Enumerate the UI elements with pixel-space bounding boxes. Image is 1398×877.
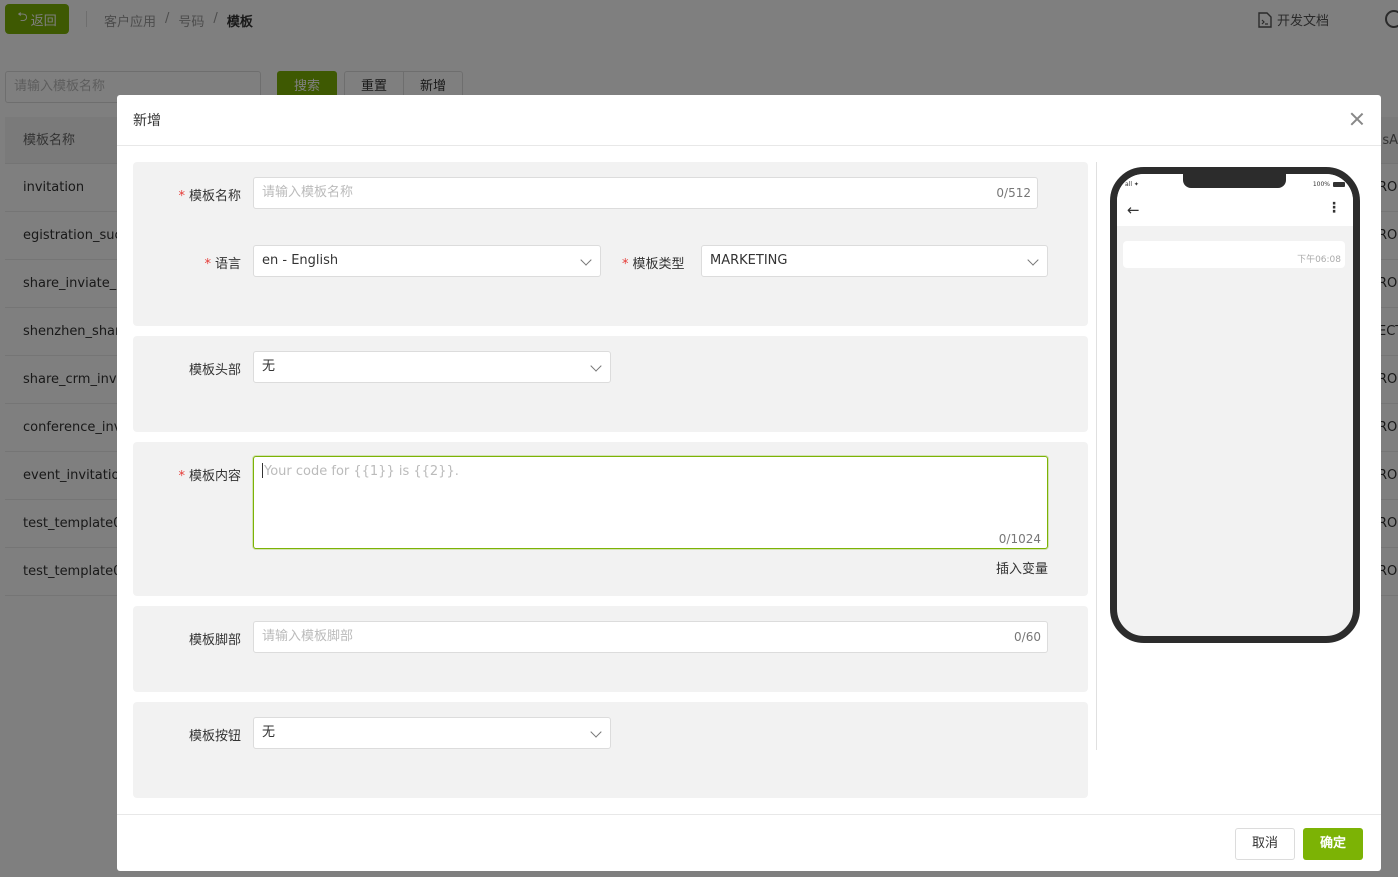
content-section: * 模板内容 Your code for {{1}} is {{2}}. 0/10… bbox=[133, 442, 1088, 596]
phone-preview: all ✦ 100% ← ⋮ 下午06:08 bbox=[1110, 167, 1360, 643]
header-section: 模板头部 无 bbox=[133, 336, 1088, 432]
phone-app-bar: all ✦ 100% ← ⋮ bbox=[1117, 174, 1353, 226]
chevron-down-icon bbox=[590, 726, 602, 738]
add-template-modal: 新增 * 模板名称 请输入模板名称 0/512 * 语言 en - English … bbox=[117, 95, 1381, 871]
chevron-down-icon bbox=[590, 360, 602, 372]
template-content-placeholder: Your code for {{1}} is {{2}}. bbox=[264, 464, 459, 479]
required-mark: * bbox=[622, 257, 629, 272]
template-name-input[interactable]: 请输入模板名称 0/512 bbox=[253, 177, 1038, 209]
template-type-value: MARKETING bbox=[710, 253, 788, 268]
modal-header: 新增 bbox=[117, 95, 1381, 146]
template-type-label: * 模板类型 bbox=[622, 257, 685, 272]
text-caret bbox=[262, 463, 263, 478]
modal-title: 新增 bbox=[133, 113, 161, 129]
template-footer-input[interactable]: 请输入模板脚部 0/60 bbox=[253, 621, 1048, 653]
more-vertical-icon: ⋮ bbox=[1327, 200, 1341, 216]
template-content-label: * 模板内容 bbox=[178, 469, 241, 484]
phone-signal-status: all ✦ bbox=[1125, 181, 1139, 188]
template-header-select[interactable]: 无 bbox=[253, 351, 611, 383]
language-value: en - English bbox=[262, 253, 339, 268]
battery-percent: 100% bbox=[1312, 181, 1330, 188]
confirm-button[interactable]: 确定 bbox=[1303, 828, 1363, 860]
template-header-value: 无 bbox=[262, 359, 276, 374]
phone-battery-status: 100% bbox=[1313, 181, 1345, 188]
template-header-label: 模板头部 bbox=[188, 363, 241, 378]
close-icon[interactable] bbox=[1349, 111, 1365, 127]
arrow-left-icon: ← bbox=[1127, 201, 1140, 219]
modal-footer: 取消 确定 bbox=[117, 814, 1381, 871]
chevron-down-icon bbox=[1027, 254, 1039, 266]
template-name-counter: 0/512 bbox=[996, 186, 1031, 200]
language-label: * 语言 bbox=[204, 257, 241, 272]
template-footer-placeholder: 请输入模板脚部 bbox=[262, 629, 354, 644]
message-bubble: 下午06:08 bbox=[1123, 241, 1345, 268]
message-time: 下午06:08 bbox=[1297, 255, 1341, 265]
required-mark: * bbox=[204, 257, 211, 272]
template-content-textarea[interactable]: Your code for {{1}} is {{2}}. 0/1024 bbox=[253, 456, 1048, 549]
cancel-button[interactable]: 取消 bbox=[1235, 828, 1295, 860]
required-mark: * bbox=[178, 469, 185, 484]
template-footer-label: 模板脚部 bbox=[188, 633, 241, 648]
template-button-value: 无 bbox=[262, 725, 276, 740]
basic-info-section: * 模板名称 请输入模板名称 0/512 * 语言 en - English * 模板… bbox=[133, 162, 1088, 326]
template-button-select[interactable]: 无 bbox=[253, 717, 611, 749]
template-type-select[interactable]: MARKETING bbox=[701, 245, 1048, 277]
template-content-counter: 0/1024 bbox=[998, 532, 1041, 546]
footer-section: 模板脚部 请输入模板脚部 0/60 bbox=[133, 606, 1088, 692]
template-button-label: 模板按钮 bbox=[188, 729, 241, 744]
preview-divider bbox=[1096, 162, 1097, 750]
template-name-label: * 模板名称 bbox=[178, 189, 241, 204]
language-select[interactable]: en - English bbox=[253, 245, 601, 277]
phone-notch bbox=[1183, 174, 1286, 188]
buttons-section: 模板按钮 无 bbox=[133, 702, 1088, 798]
template-footer-counter: 0/60 bbox=[1014, 630, 1041, 644]
battery-icon bbox=[1333, 182, 1345, 187]
required-mark: * bbox=[178, 189, 185, 204]
template-name-placeholder: 请输入模板名称 bbox=[262, 185, 354, 200]
insert-variable-button[interactable]: 插入变量 bbox=[996, 558, 1048, 577]
chevron-down-icon bbox=[580, 254, 592, 266]
